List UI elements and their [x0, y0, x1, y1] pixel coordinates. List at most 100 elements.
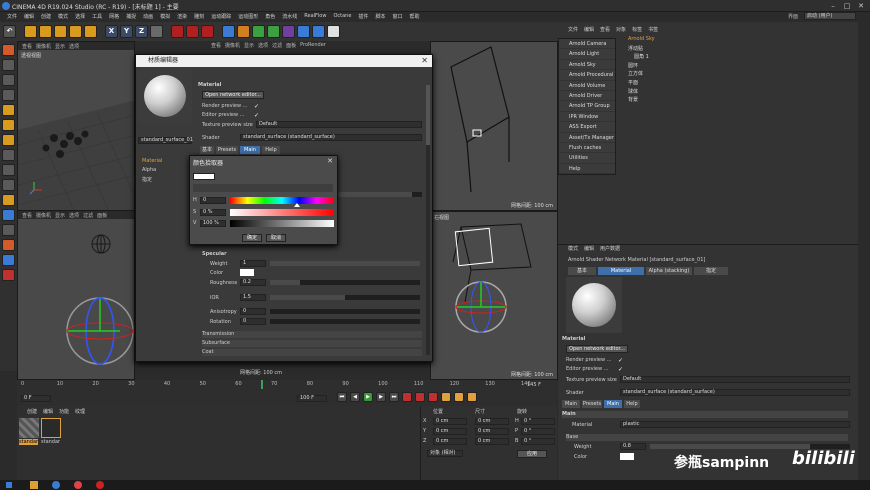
material-name-2[interactable]: standar [41, 439, 60, 445]
object-row[interactable]: 浮动贴 [620, 45, 866, 54]
coord-mode-select[interactable]: 对象 (相对) [427, 450, 463, 457]
section-transmission[interactable]: Transmission [202, 331, 422, 338]
axis-mode-icon[interactable] [2, 149, 15, 161]
tab-basic[interactable]: 基本 [200, 146, 214, 154]
tab-help[interactable]: Help [262, 146, 280, 154]
playhead[interactable] [261, 380, 263, 389]
model-mode-icon[interactable] [2, 59, 15, 71]
menu-item[interactable]: 流水线 [279, 12, 300, 22]
attr-subtab-help[interactable]: Help [624, 400, 640, 408]
maximize-icon[interactable]: □ [840, 0, 854, 12]
coord-cell[interactable]: 0 cm [433, 428, 467, 435]
arnold-menu-item[interactable]: Arnold Driver [559, 91, 615, 102]
section-coat[interactable]: Coat [202, 349, 422, 356]
recent-tool-icon[interactable] [84, 25, 97, 38]
prop-ior-value[interactable]: 1.5 [240, 294, 266, 301]
prop-ior-slider[interactable] [270, 295, 420, 300]
octane-icon[interactable] [2, 239, 15, 251]
menu-item[interactable]: RealFlow [301, 12, 329, 22]
workplane-mode-icon[interactable] [2, 209, 15, 221]
prop-roughness-value[interactable]: 0.2 [240, 279, 266, 286]
render-view-icon[interactable] [171, 25, 184, 38]
om-menu-item[interactable]: 查看 [600, 26, 610, 33]
material-name-field[interactable]: standard_surface_01 [138, 137, 193, 144]
attr-weight-value[interactable]: 0.8 [620, 443, 646, 450]
viewport-right[interactable]: 右视图 网格间距: 100 cm [430, 211, 558, 380]
attr-tab-basic[interactable]: 基本 [568, 267, 596, 275]
attr-texture-select[interactable]: Default [620, 376, 850, 383]
arnold-menu-item[interactable]: Arnold Procedural [559, 70, 615, 81]
attr-open-network-button[interactable]: Open network editor... [566, 345, 628, 353]
viewport-front[interactable]: 网格间距: 100 cm [430, 41, 558, 211]
render-settings-icon[interactable] [201, 25, 214, 38]
minimize-icon[interactable]: – [826, 0, 840, 12]
y-axis-button[interactable]: Y [120, 25, 133, 38]
tab-main[interactable]: Main [240, 146, 260, 154]
mm-menu-item[interactable]: 创建 [27, 408, 37, 415]
editor-preview-checkbox[interactable]: ✓ [254, 112, 260, 119]
om-menu-item[interactable]: 对象 [616, 26, 626, 33]
prop-roughness-slider[interactable] [270, 280, 420, 285]
coord-system-icon[interactable] [150, 25, 163, 38]
attr-subtab-main-2[interactable]: Main [604, 400, 622, 408]
prop-rotation-value[interactable]: 0 [240, 318, 266, 325]
tweak-mode-icon[interactable] [2, 164, 15, 176]
camera-icon[interactable] [312, 25, 325, 38]
object-row[interactable]: Arnold Sky [620, 36, 866, 45]
workplane-icon[interactable] [2, 89, 15, 101]
record-icon[interactable] [402, 392, 412, 402]
attr-tab-alpha[interactable]: Alpha (stacking) [646, 267, 692, 275]
prop-anisotropy-slider[interactable] [270, 309, 420, 314]
menu-item[interactable]: 文件 [4, 12, 20, 22]
tab-presets[interactable]: Presets [216, 146, 238, 154]
arnold-menu-item[interactable]: Flush caches [559, 143, 615, 154]
viewport-top[interactable]: 查看 摄像机 显示 选项 过滤 面板 [17, 210, 135, 380]
deformer-icon[interactable] [282, 25, 295, 38]
menu-item[interactable]: Octane [330, 12, 354, 22]
close-icon[interactable]: ✕ [421, 55, 428, 67]
c4d-taskbar-icon[interactable] [52, 481, 60, 489]
menu-item[interactable]: 插件 [355, 12, 371, 22]
attr-menu-item[interactable]: 用户数据 [600, 245, 620, 252]
om-menu-item[interactable]: 文件 [568, 26, 578, 33]
subdivision-icon[interactable] [252, 25, 265, 38]
cube-icon[interactable] [222, 25, 235, 38]
material-editor-titlebar[interactable]: 材质编辑器 ✕ [136, 55, 432, 67]
menu-item[interactable]: 窗口 [389, 12, 405, 22]
prop-anisotropy-value[interactable]: 0 [240, 308, 266, 315]
attr-base-section[interactable]: Base [566, 434, 848, 441]
menu-item[interactable]: 雕刻 [191, 12, 207, 22]
go-start-icon[interactable]: ⏮ [337, 392, 347, 402]
menu-item[interactable]: 运动图形 [235, 12, 261, 22]
attr-color-swatch[interactable] [620, 453, 634, 460]
z-axis-button[interactable]: Z [135, 25, 148, 38]
frame-start-field[interactable]: 0 F [21, 395, 51, 402]
select-tool-icon[interactable] [24, 25, 37, 38]
v-value[interactable]: 100 % [200, 220, 226, 227]
menu-item[interactable]: 网格 [106, 12, 122, 22]
attr-editor-preview-checkbox[interactable]: ✓ [618, 366, 623, 373]
coord-cell[interactable]: 0 cm [475, 418, 509, 425]
arnold-menu-item[interactable]: Asset/Tx Manager [559, 133, 615, 143]
play-icon[interactable]: ▶ [363, 392, 373, 402]
recorder-icon[interactable] [96, 481, 104, 489]
attr-menu-item[interactable]: 编辑 [584, 245, 594, 252]
coord-cell[interactable]: 0 ° [521, 438, 555, 445]
scale-tool-icon[interactable] [54, 25, 67, 38]
arnold-menu-item[interactable]: Arnold TP Group [559, 101, 615, 112]
picker-mode-bar[interactable] [193, 184, 333, 192]
value-slider[interactable] [230, 220, 334, 227]
apply-button[interactable]: 应用 [517, 450, 547, 458]
material-thumb-1[interactable] [19, 418, 39, 438]
specular-section[interactable]: Specular [202, 251, 227, 258]
snap-icon[interactable] [2, 179, 15, 191]
attr-tab-material[interactable]: Material [598, 267, 644, 275]
open-network-editor-button[interactable]: Open network editor... [202, 91, 264, 99]
polygons-mode-icon[interactable] [2, 134, 15, 146]
texture-mode-icon[interactable] [2, 74, 15, 86]
menu-item[interactable]: 运动跟踪 [208, 12, 234, 22]
menu-item[interactable]: 模拟 [157, 12, 173, 22]
explorer-icon[interactable] [30, 481, 38, 489]
auto-key-icon[interactable] [415, 392, 425, 402]
menu-item[interactable]: 帮助 [406, 12, 422, 22]
